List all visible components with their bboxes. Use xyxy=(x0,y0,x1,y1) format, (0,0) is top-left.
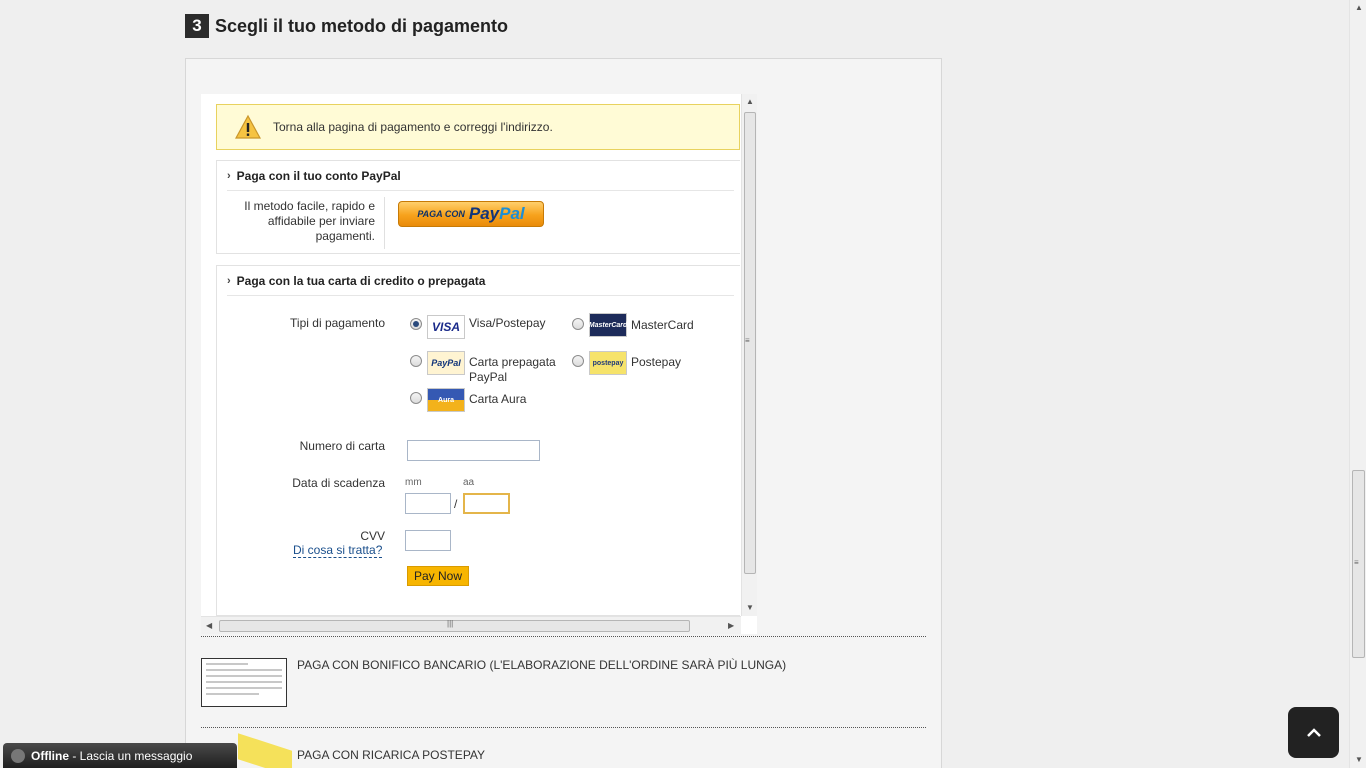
cvv-help-link[interactable]: Di cosa si tratta? xyxy=(293,544,383,558)
radio-paypal-prepaid[interactable] xyxy=(410,355,422,367)
step-header: 3 Scegli il tuo metodo di pagamento xyxy=(185,14,508,38)
card-section-header[interactable]: › Paga con la tua carta di credito o pre… xyxy=(227,266,734,296)
year-hint: aa xyxy=(463,477,475,488)
scroll-down-icon[interactable]: ▼ xyxy=(746,603,754,612)
paypal-section: › Paga con il tuo conto PayPal Il metodo… xyxy=(216,160,740,254)
iframe-vertical-scrollbar[interactable]: ▲ ≡ ▼ xyxy=(741,94,757,616)
step-title: Scegli il tuo metodo di pagamento xyxy=(215,15,509,36)
expiry-year-input[interactable] xyxy=(463,493,510,514)
back-to-top-button[interactable] xyxy=(1288,707,1339,758)
paypal-logo-icon: PayPal xyxy=(469,204,525,224)
page-scrollbar[interactable]: ▲ ≡ ▼ xyxy=(1349,0,1366,768)
aura-icon: Aura xyxy=(427,388,465,412)
paypal-prepaid-icon: PayPal xyxy=(427,351,465,375)
paypal-description-line: Il metodo facile, rapido e xyxy=(244,199,375,213)
chevron-right-icon: › xyxy=(227,169,231,182)
paypal-description-line: pagamenti. xyxy=(315,229,375,243)
card-option-label: MasterCard xyxy=(631,318,694,332)
paypal-button-prefix: PAGA CON xyxy=(417,209,465,219)
scrollbar-thumb[interactable] xyxy=(219,620,690,632)
scroll-right-icon[interactable]: ▶ xyxy=(728,621,734,630)
chat-message: - Lascia un messaggio xyxy=(69,748,193,763)
chevron-right-icon: › xyxy=(227,274,231,287)
card-section-title: Paga con la tua carta di credito o prepa… xyxy=(236,273,486,288)
radio-postepay[interactable] xyxy=(572,355,584,367)
payment-iframe-content: Torna alla pagina di pagamento e corregg… xyxy=(201,94,741,616)
checkout-page: 3 Scegli il tuo metodo di pagamento Torn… xyxy=(0,0,1366,768)
card-option-label-line: Carta prepagata xyxy=(469,355,556,369)
scroll-left-icon[interactable]: ◀ xyxy=(206,621,212,630)
paypal-logo-part: Pal xyxy=(499,204,525,223)
paypal-logo-part: Pay xyxy=(468,204,500,223)
paypal-description-line: affidabile per inviare xyxy=(267,214,375,228)
step-number: 3 xyxy=(185,14,209,38)
expiry-month-input[interactable] xyxy=(405,493,451,514)
divider xyxy=(384,197,385,249)
scroll-down-icon[interactable]: ▼ xyxy=(1355,755,1363,764)
card-number-label: Numero di carta xyxy=(299,439,385,453)
chat-icon xyxy=(11,748,25,763)
bank-transfer-form-icon[interactable] xyxy=(201,658,287,707)
card-option-label: Carta prepagata PayPal xyxy=(469,355,556,385)
postepay-icon: postepay xyxy=(589,351,627,375)
radio-mastercard[interactable] xyxy=(572,318,584,330)
pay-with-paypal-button[interactable]: PAGA CON PayPal xyxy=(398,201,544,227)
card-number-input[interactable] xyxy=(407,440,540,461)
expiry-separator: / xyxy=(454,497,458,511)
card-option-label: Visa/Postepay xyxy=(469,316,546,330)
paypal-description: Il metodo facile, rapido e affidabile pe… xyxy=(227,199,375,244)
mastercard-icon: MasterCard xyxy=(589,313,627,337)
scroll-up-icon[interactable]: ▲ xyxy=(746,97,754,106)
divider xyxy=(201,636,926,637)
cvv-label: CVV xyxy=(360,529,385,543)
grip-icon: ||| xyxy=(447,619,454,628)
payment-types-label: Tipi di pagamento xyxy=(290,316,385,330)
iframe-horizontal-scrollbar[interactable]: ◀ ||| ▶ xyxy=(201,616,741,634)
grip-icon: ≡ xyxy=(745,336,750,345)
bank-transfer-option[interactable]: PAGA CON BONIFICO BANCARIO (L'ELABORAZIO… xyxy=(297,658,786,672)
address-warning: Torna alla pagina di pagamento e corregg… xyxy=(216,104,740,150)
chat-widget[interactable]: Offline - Lascia un messaggio xyxy=(3,743,237,768)
paypal-section-title: Paga con il tuo conto PayPal xyxy=(236,168,401,183)
warning-icon xyxy=(235,114,261,139)
pay-now-button[interactable]: Pay Now xyxy=(407,566,469,586)
radio-visa[interactable] xyxy=(410,318,422,330)
scroll-up-icon[interactable]: ▲ xyxy=(1355,3,1363,12)
card-option-label: Postepay xyxy=(631,355,682,369)
payment-iframe[interactable]: Torna alla pagina di pagamento e corregg… xyxy=(201,94,757,634)
card-option-label-line: PayPal xyxy=(469,370,508,384)
cvv-input[interactable] xyxy=(405,530,451,551)
warning-text: Torna alla pagina di pagamento e corregg… xyxy=(273,120,553,134)
expiry-label: Data di scadenza xyxy=(292,476,385,490)
chat-status: Offline xyxy=(31,748,69,763)
chevron-up-icon xyxy=(1306,727,1321,737)
grip-icon: ≡ xyxy=(1354,558,1359,567)
visa-icon: VISA xyxy=(427,315,465,339)
paypal-section-header[interactable]: › Paga con il tuo conto PayPal xyxy=(227,161,734,191)
radio-aura[interactable] xyxy=(410,392,422,404)
month-hint: mm xyxy=(405,477,422,488)
postepay-recharge-option[interactable]: PAGA CON RICARICA POSTEPAY xyxy=(297,748,485,762)
divider xyxy=(201,727,926,728)
card-option-label: Carta Aura xyxy=(469,392,527,406)
